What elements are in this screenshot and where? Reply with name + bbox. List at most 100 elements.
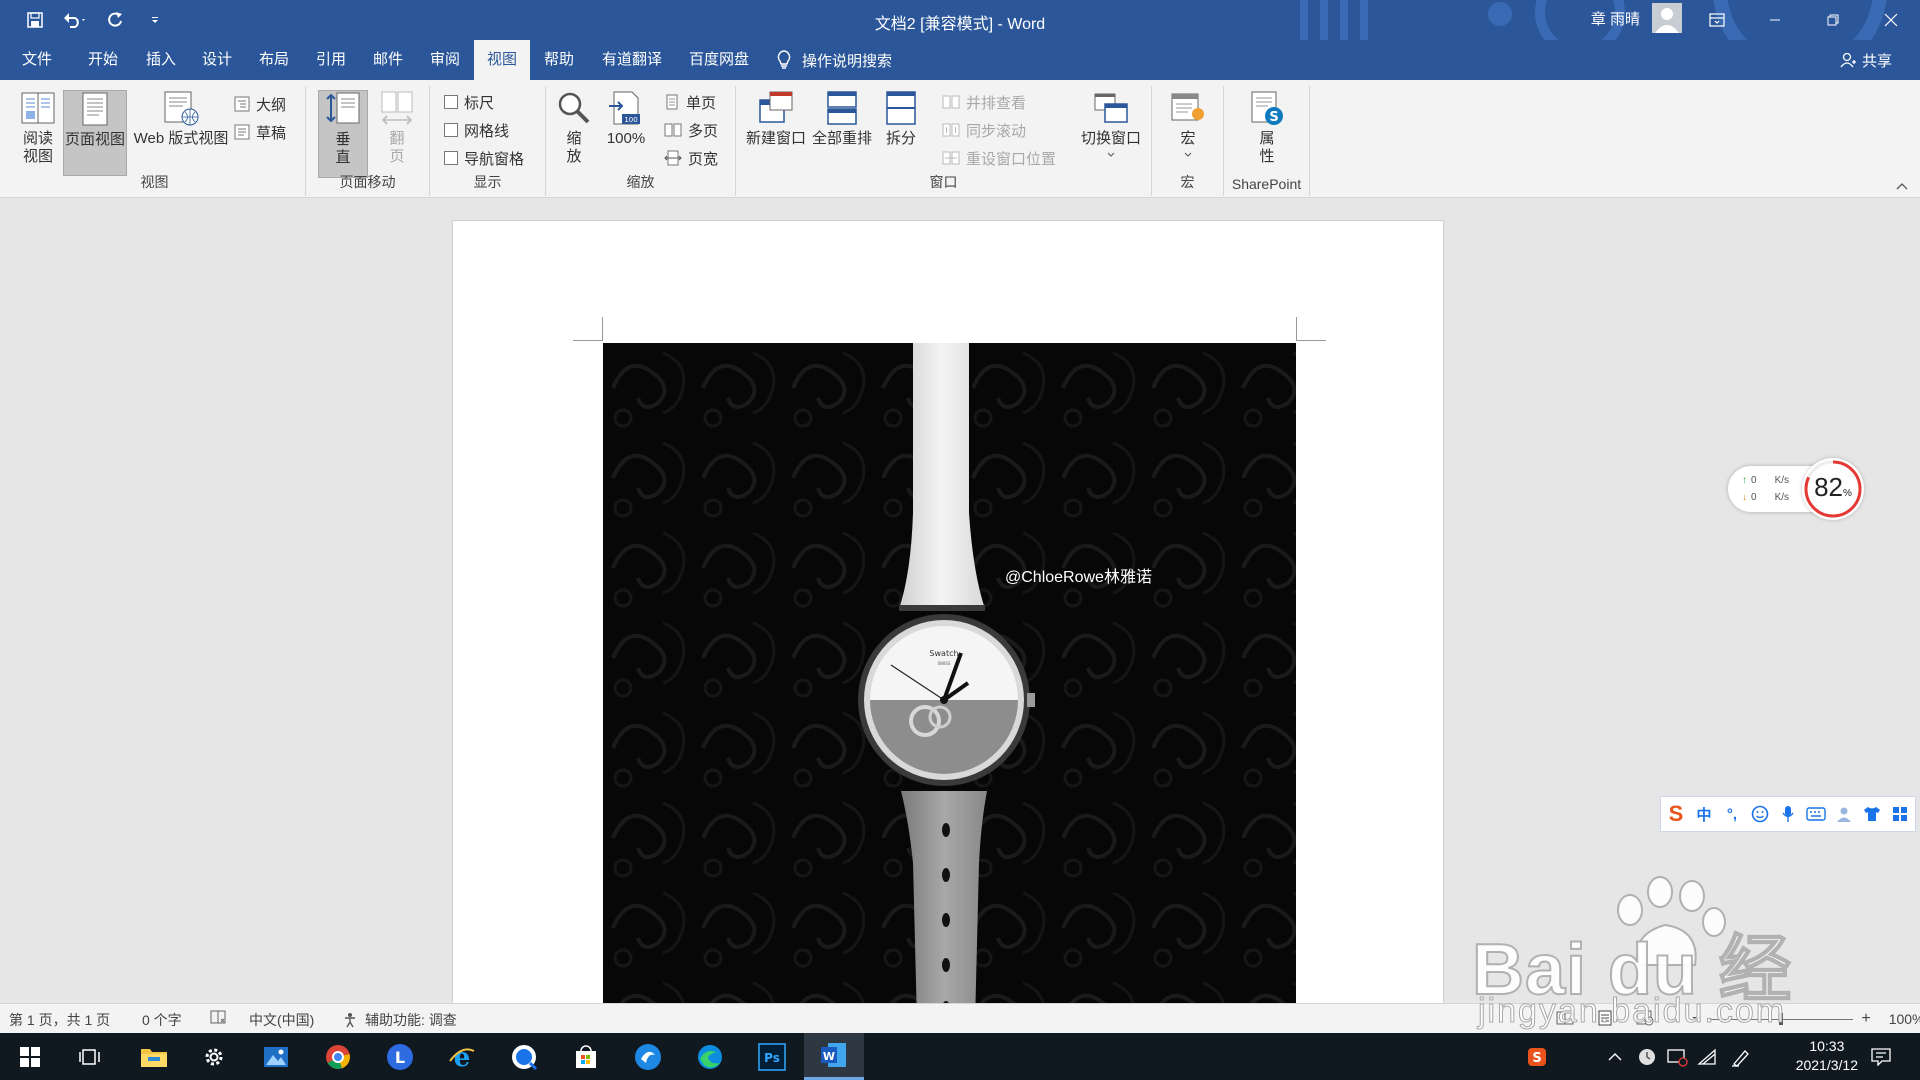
switch-windows-button[interactable]: 切换窗口 [1076,90,1146,160]
tell-me-search[interactable]: 操作说明搜索 [776,40,892,80]
macros-button[interactable]: 宏 [1166,90,1210,160]
tray-app-icon[interactable] [1630,1033,1664,1080]
read-mode-view-icon[interactable] [1556,1011,1574,1025]
show-hidden-icons-button[interactable] [1598,1033,1632,1080]
tab-home[interactable]: 开始 [72,40,134,80]
minimize-button[interactable] [1746,0,1804,40]
photos-app-button[interactable] [246,1033,306,1080]
tab-review[interactable]: 审阅 [414,40,476,80]
network-wifi-icon[interactable] [1690,1033,1724,1080]
close-button[interactable] [1862,0,1920,40]
store-button[interactable] [556,1033,616,1080]
vertical-button[interactable]: 垂 直 [318,90,368,178]
emoji-icon[interactable] [1749,803,1771,825]
language-status[interactable]: 中文(中国) [249,1010,314,1030]
side-by-side-button[interactable]: 并排查看 [942,90,1026,114]
tab-view[interactable]: 视图 [474,40,530,80]
account[interactable]: 章 雨晴 [1591,3,1682,33]
taskbar-clock[interactable]: 10:33 2021/3/12 [1796,1037,1858,1075]
microphone-icon[interactable] [1777,803,1799,825]
chrome-button[interactable] [308,1033,368,1080]
zoom-button[interactable]: 缩 放 [552,90,596,166]
feishu-button[interactable] [618,1033,678,1080]
ime-punctuation-toggle[interactable]: °, [1721,803,1743,825]
zoom-out-icon[interactable]: − [1692,1010,1701,1028]
zoom-in-icon[interactable]: + [1861,1010,1870,1028]
sync-scroll-button[interactable]: 同步滚动 [942,118,1026,142]
print-layout-button[interactable]: 页面视图 [63,90,127,176]
read-mode-button[interactable]: 阅读 视图 [10,90,66,166]
new-window-button[interactable]: 新建窗口 [744,90,808,148]
outline-button[interactable]: 大纲 [234,92,286,116]
tab-help[interactable]: 帮助 [529,40,589,80]
accessibility-status[interactable]: 辅助功能: 调查 [343,1010,457,1030]
tab-youdao-translate[interactable]: 有道翻译 [592,40,672,80]
document-area[interactable]: Swatch SWISS @ChloeRowe林雅诺 ↑ 0 K/s ↓ 0 K… [0,198,1920,1003]
web-layout-button[interactable]: Web 版式视图 [128,90,234,148]
restore-button[interactable] [1804,0,1862,40]
multiple-pages-button[interactable]: 多页 [664,118,718,142]
word-taskbar-button[interactable]: W [804,1033,864,1080]
gridlines-checkbox[interactable]: 网格线 [444,118,509,142]
tab-layout[interactable]: 布局 [243,40,305,80]
ribbon-display-options-button[interactable] [1688,0,1746,40]
zoom-slider[interactable]: − + 100% [1692,1010,1920,1028]
customize-qat-button[interactable] [140,6,170,34]
undo-button[interactable] [60,6,90,34]
save-button[interactable] [20,6,50,34]
ruler-check[interactable] [444,95,458,109]
l-app-button[interactable]: L [370,1033,430,1080]
tab-file[interactable]: 文件 [6,40,68,80]
pen-ime-icon[interactable] [1724,1033,1758,1080]
avatar[interactable] [1652,3,1682,33]
print-layout-view-icon[interactable] [1598,1010,1612,1026]
tab-insert[interactable]: 插入 [130,40,192,80]
ime-mode-toggle[interactable]: 中 [1693,803,1715,825]
collapse-ribbon-button[interactable] [1896,179,1908,193]
action-center-button[interactable] [1862,1033,1900,1080]
memory-usage-ring[interactable]: 82% [1802,458,1864,520]
zoom-100-button[interactable]: 100 100% [602,90,650,148]
keyboard-icon[interactable] [1805,803,1827,825]
one-page-button[interactable]: 单页 [664,90,716,114]
redo-button[interactable] [100,6,130,34]
watch-photo[interactable]: Swatch SWISS @ChloeRowe林雅诺 [603,343,1296,1003]
start-button[interactable] [0,1033,60,1080]
tab-baidu-netdisk[interactable]: 百度网盘 [679,40,759,80]
sogou-logo-icon[interactable]: S [1665,801,1687,826]
toolbox-grid-icon[interactable] [1889,803,1911,825]
settings-button[interactable] [184,1033,244,1080]
user-center-icon[interactable] [1833,803,1855,825]
split-button[interactable]: 拆分 [876,90,926,148]
nav-pane-check[interactable] [444,151,458,165]
task-view-button[interactable] [60,1033,120,1080]
word-count[interactable]: 0 个字 [142,1010,182,1030]
qq-browser-button[interactable] [494,1033,554,1080]
skin-shirt-icon[interactable] [1861,803,1883,825]
tab-references[interactable]: 引用 [300,40,362,80]
tray-screen-icon[interactable] [1660,1033,1694,1080]
web-layout-view-icon[interactable] [1636,1010,1654,1026]
gridlines-check[interactable] [444,123,458,137]
side-to-side-button[interactable]: 翻 页 [372,90,422,166]
internet-explorer-button[interactable]: e [432,1033,492,1080]
page-count[interactable]: 第 1 页，共 1 页 [9,1010,110,1030]
nav-pane-checkbox[interactable]: 导航窗格 [444,146,524,170]
tab-mailings[interactable]: 邮件 [357,40,419,80]
page-width-button[interactable]: 页宽 [664,146,718,170]
tab-design[interactable]: 设计 [186,40,248,80]
reset-window-position-button[interactable]: 重设窗口位置 [942,146,1056,170]
draft-button[interactable]: 草稿 [234,120,286,144]
share-button[interactable]: 共享 [1840,40,1892,80]
zoom-thumb[interactable] [1779,1013,1784,1025]
zoom-track[interactable] [1709,1013,1854,1025]
edge-button[interactable] [680,1033,740,1080]
arrange-all-button[interactable]: 全部重排 [810,90,874,148]
ruler-checkbox[interactable]: 标尺 [444,90,494,114]
document-page[interactable]: Swatch SWISS @ChloeRowe林雅诺 [452,220,1444,1003]
file-explorer-button[interactable] [124,1033,184,1080]
properties-button[interactable]: S 属 性 [1240,90,1294,166]
zoom-level[interactable]: 100% [1889,1011,1920,1027]
network-speed-widget[interactable]: ↑ 0 K/s ↓ 0 K/s 82% [1728,458,1864,520]
sogou-tray-icon[interactable]: S [1520,1033,1554,1080]
